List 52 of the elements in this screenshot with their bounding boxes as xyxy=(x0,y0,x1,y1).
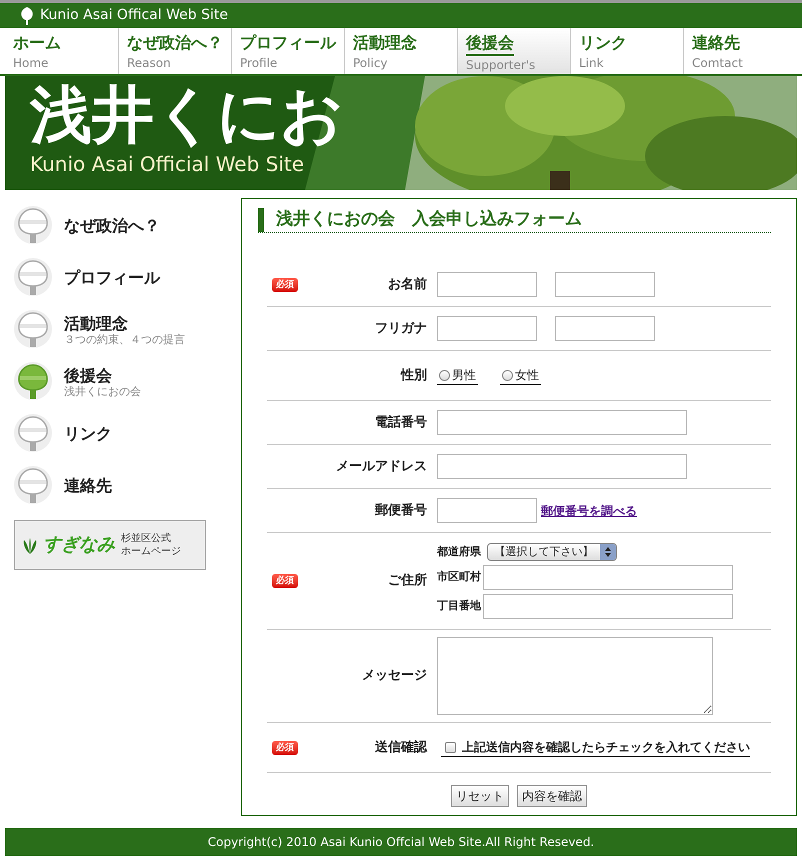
stepper-icon xyxy=(600,544,616,560)
field-label: お名前 xyxy=(388,276,427,294)
field-label: 送信確認 xyxy=(375,738,427,757)
sidebar-item[interactable]: リンク xyxy=(14,408,241,460)
ward-caption: ホームページ xyxy=(121,545,181,558)
field-label: ご住所 xyxy=(388,572,427,590)
radio-option[interactable]: 女性 xyxy=(500,366,541,385)
message-textarea[interactable] xyxy=(437,637,713,715)
form-title: 浅井くにおの会 入会申し込みフォーム xyxy=(276,208,582,231)
sidebar-item[interactable]: 活動理念 ３つの約束、４つの提言 xyxy=(14,304,241,356)
input-field[interactable] xyxy=(437,316,537,341)
postal-lookup-link[interactable]: 郵便番号を調べる xyxy=(541,502,637,520)
tree-icon xyxy=(20,6,34,24)
radio-button[interactable] xyxy=(502,370,513,380)
input-field[interactable] xyxy=(437,498,537,523)
input-field[interactable] xyxy=(437,410,687,435)
field-sublabel: 丁目番地 xyxy=(437,598,481,614)
ward-caption: 杉並区公式 xyxy=(121,532,172,545)
banner-subtitle: Kunio Asai Official Web Site xyxy=(30,152,304,176)
field-label: メールアドレス xyxy=(336,458,427,476)
input-field[interactable] xyxy=(437,272,537,297)
field-label: メッセージ xyxy=(362,667,427,686)
required-badge: 必須 xyxy=(272,574,298,588)
sidebar-item[interactable]: プロフィール xyxy=(14,252,241,304)
input-field[interactable] xyxy=(483,594,733,619)
field-label: 性別 xyxy=(401,366,427,385)
required-badge: 必須 xyxy=(272,740,298,754)
input-field[interactable] xyxy=(437,454,687,479)
field-sublabel: 市区町村 xyxy=(437,569,481,586)
input-field[interactable] xyxy=(555,272,655,297)
copyright-text: Copyright(c) 2010 Asai Kunio Offcial Web Site.All Right Reseved. xyxy=(208,834,594,851)
input-field[interactable] xyxy=(483,565,733,590)
radio-button[interactable] xyxy=(439,370,450,380)
confirm-checkbox-label[interactable]: 上記送信内容を確認したらチェックを入れてください xyxy=(441,738,750,757)
field-label: フリガナ xyxy=(375,320,427,338)
input-field[interactable] xyxy=(555,316,655,341)
sidebar-item[interactable]: なぜ政治へ？ xyxy=(14,200,241,252)
prefecture-select[interactable]: 【選択して下さい】 xyxy=(487,543,617,561)
form-button[interactable]: 内容を確認 xyxy=(517,785,587,807)
field-sublabel: 都道府県 xyxy=(437,544,481,560)
nav-tab[interactable]: 後援会 Supporter's xyxy=(457,28,570,74)
checkbox[interactable] xyxy=(445,742,456,752)
banner-title: 浅井くにお xyxy=(30,78,343,152)
ward-logo-text: すぎなみ xyxy=(43,536,115,554)
required-badge: 必須 xyxy=(272,278,298,292)
site-title: Kunio Asai Offical Web Site xyxy=(40,6,228,25)
sidebar-item[interactable]: 連絡先 xyxy=(14,460,241,512)
sidebar-item[interactable]: 後援会 浅井くにおの会 xyxy=(14,356,241,408)
field-label: 郵便番号 xyxy=(375,502,427,520)
field-label: 電話番号 xyxy=(375,414,427,432)
form-button[interactable]: リセット xyxy=(451,785,509,807)
radio-option[interactable]: 男性 xyxy=(437,366,478,385)
